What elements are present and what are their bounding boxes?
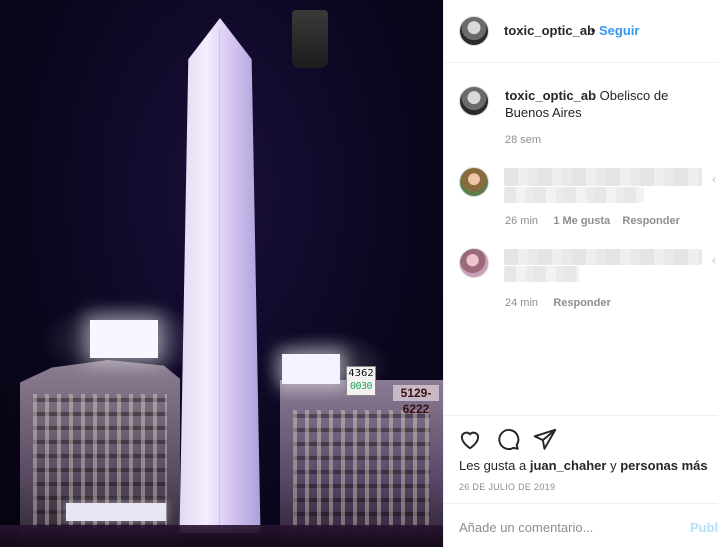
caption-username[interactable]: toxic_optic_ab (505, 88, 596, 103)
building-windows (293, 410, 430, 531)
comment-like-icon[interactable]: ‹ (712, 253, 716, 267)
blurred-comment-text (504, 168, 702, 186)
blurred-comment-text (504, 187, 644, 203)
blurred-comment-text (504, 266, 579, 282)
header-username[interactable]: toxic_optic_ab (504, 23, 595, 38)
post-date[interactable]: 26 DE JULIO DE 2019 (459, 482, 555, 492)
heart-icon[interactable] (457, 426, 483, 452)
comment-like-icon[interactable]: ‹ (712, 172, 716, 186)
street-lamp (292, 10, 328, 68)
scoreboard-sign: 4362 0030 (346, 366, 376, 396)
lit-sign (66, 503, 166, 521)
comment-time[interactable]: 26 min (505, 215, 538, 227)
separator-dot: • (591, 23, 596, 38)
comment-form: Publi (444, 503, 718, 547)
comment-icon[interactable] (495, 426, 521, 452)
caption-time[interactable]: 28 sem (505, 134, 541, 146)
post-photo[interactable]: 4362 0030 5129-6222 (0, 0, 443, 547)
comment-meta: 26 min 1 Me gusta Responder (505, 215, 680, 227)
caption: toxic_optic_ab Obelisco de Buenos Aires (505, 87, 710, 121)
avatar[interactable] (459, 16, 489, 46)
comment-avatar[interactable] (459, 248, 489, 278)
reply-button[interactable]: Responder (622, 215, 679, 227)
scoreboard-bottom: 0030 (349, 381, 373, 392)
others-likes-link[interactable]: personas más (620, 458, 707, 473)
billboard (282, 354, 340, 384)
likes-prefix: Les gusta a (459, 458, 527, 473)
comment-meta: 24 min Responder (505, 297, 611, 309)
obelisk (179, 18, 261, 533)
comment-avatar[interactable] (459, 167, 489, 197)
billboard (90, 320, 158, 358)
street (0, 525, 443, 547)
comment-time[interactable]: 24 min (505, 297, 538, 309)
publish-button[interactable]: Publi (690, 520, 718, 535)
post-header: toxic_optic_ab • Seguir (444, 0, 718, 63)
scoreboard-top: 4362 (348, 368, 374, 379)
caption-avatar[interactable] (459, 86, 489, 116)
likes-summary: Les gusta a juan_chaher y personas más (459, 458, 708, 473)
liker-username[interactable]: juan_chaher (530, 458, 607, 473)
comment-input[interactable] (459, 517, 679, 537)
phone-sign: 5129-6222 (393, 385, 439, 416)
comment-likes[interactable]: 1 Me gusta (553, 215, 610, 227)
reply-button[interactable]: Responder (553, 297, 610, 309)
blurred-comment-text (504, 249, 702, 265)
obelisk-edge (219, 30, 220, 530)
follow-button[interactable]: Seguir (599, 23, 639, 38)
likes-middle: y (610, 458, 617, 473)
post-sidebar: toxic_optic_ab • Seguir toxic_optic_ab O… (443, 0, 718, 547)
send-icon[interactable] (532, 426, 558, 452)
